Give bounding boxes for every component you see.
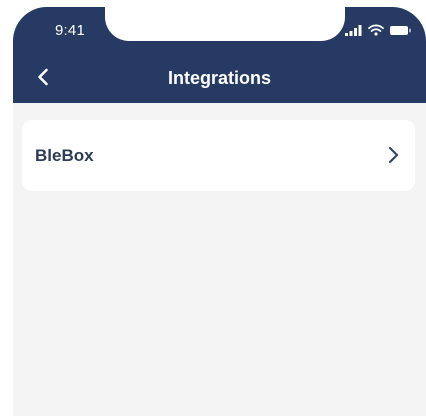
status-time: 9:41 [55,22,85,39]
integration-item-label: BleBox [35,146,94,165]
battery-icon [390,25,411,35]
nav-bar: Integrations [13,53,426,103]
status-icons [345,24,412,36]
integration-item-blebox[interactable]: BleBox [22,120,415,191]
phone-screen: 9:41 Integrations BleBox [13,7,426,416]
device-notch [105,7,345,41]
wifi-icon [368,24,384,36]
chevron-right-icon [388,146,399,164]
app-header: 9:41 Integrations [13,7,426,103]
signal-icon [345,24,362,36]
page-title: Integrations [167,68,271,88]
